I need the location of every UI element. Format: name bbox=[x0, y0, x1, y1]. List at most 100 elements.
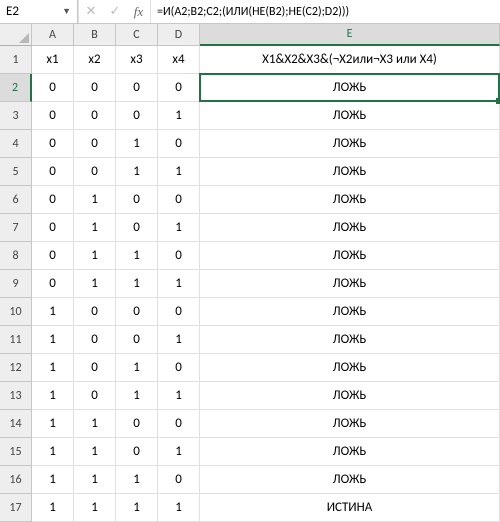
cell-B5[interactable]: 0 bbox=[74, 158, 116, 186]
cell-B16[interactable]: 1 bbox=[74, 466, 116, 494]
cell-D2[interactable]: 0 bbox=[158, 74, 200, 102]
formula-input[interactable]: =И(A2;B2;C2;(ИЛИ(НЕ(B2);НЕ(C2);D2))) bbox=[151, 0, 500, 23]
cell-C8[interactable]: 1 bbox=[116, 242, 158, 270]
cell-A5[interactable]: 0 bbox=[32, 158, 74, 186]
cell-E16[interactable]: ЛОЖЬ bbox=[200, 466, 500, 494]
cell-A17[interactable]: 1 bbox=[32, 494, 74, 522]
cell-C3[interactable]: 0 bbox=[116, 102, 158, 130]
row-header[interactable]: 15 bbox=[0, 438, 32, 466]
col-header-B[interactable]: B bbox=[74, 24, 116, 46]
cancel-icon[interactable]: ✕ bbox=[79, 0, 103, 23]
row-header[interactable]: 8 bbox=[0, 242, 32, 270]
name-box[interactable]: E2 ▼ bbox=[0, 0, 78, 23]
cell-A10[interactable]: 1 bbox=[32, 298, 74, 326]
cell-E8[interactable]: ЛОЖЬ bbox=[200, 242, 500, 270]
cell-E17[interactable]: ИСТИНА bbox=[200, 494, 500, 522]
cell-C4[interactable]: 1 bbox=[116, 130, 158, 158]
cell-A16[interactable]: 1 bbox=[32, 466, 74, 494]
cell-E9[interactable]: ЛОЖЬ bbox=[200, 270, 500, 298]
col-header-C[interactable]: C bbox=[116, 24, 158, 46]
row-header[interactable]: 4 bbox=[0, 130, 32, 158]
cell-E10[interactable]: ЛОЖЬ bbox=[200, 298, 500, 326]
cell-B13[interactable]: 0 bbox=[74, 382, 116, 410]
row-header[interactable]: 11 bbox=[0, 326, 32, 354]
cell-D5[interactable]: 1 bbox=[158, 158, 200, 186]
cell-B14[interactable]: 1 bbox=[74, 410, 116, 438]
cell-D10[interactable]: 0 bbox=[158, 298, 200, 326]
cell-D12[interactable]: 0 bbox=[158, 354, 200, 382]
cell-A12[interactable]: 1 bbox=[32, 354, 74, 382]
confirm-icon[interactable]: ✓ bbox=[103, 0, 127, 23]
cell-D6[interactable]: 0 bbox=[158, 186, 200, 214]
cell-C11[interactable]: 0 bbox=[116, 326, 158, 354]
row-header[interactable]: 5 bbox=[0, 158, 32, 186]
cell-D11[interactable]: 1 bbox=[158, 326, 200, 354]
cell-E15[interactable]: ЛОЖЬ bbox=[200, 438, 500, 466]
cell-D14[interactable]: 0 bbox=[158, 410, 200, 438]
cell-E11[interactable]: ЛОЖЬ bbox=[200, 326, 500, 354]
cell-C15[interactable]: 0 bbox=[116, 438, 158, 466]
cell-C1[interactable]: x3 bbox=[116, 46, 158, 74]
cell-B15[interactable]: 1 bbox=[74, 438, 116, 466]
row-header[interactable]: 1 bbox=[0, 46, 32, 74]
cell-D1[interactable]: x4 bbox=[158, 46, 200, 74]
cell-C5[interactable]: 1 bbox=[116, 158, 158, 186]
cell-C16[interactable]: 1 bbox=[116, 466, 158, 494]
cell-C12[interactable]: 1 bbox=[116, 354, 158, 382]
cell-A6[interactable]: 0 bbox=[32, 186, 74, 214]
cell-C10[interactable]: 0 bbox=[116, 298, 158, 326]
cell-E14[interactable]: ЛОЖЬ bbox=[200, 410, 500, 438]
fill-handle[interactable] bbox=[496, 98, 500, 104]
cell-A11[interactable]: 1 bbox=[32, 326, 74, 354]
cell-B8[interactable]: 1 bbox=[74, 242, 116, 270]
cell-D7[interactable]: 1 bbox=[158, 214, 200, 242]
cell-E4[interactable]: ЛОЖЬ bbox=[200, 130, 500, 158]
cell-A9[interactable]: 0 bbox=[32, 270, 74, 298]
row-header[interactable]: 12 bbox=[0, 354, 32, 382]
cell-C6[interactable]: 0 bbox=[116, 186, 158, 214]
row-header[interactable]: 17 bbox=[0, 494, 32, 522]
row-header[interactable]: 16 bbox=[0, 466, 32, 494]
cell-E13[interactable]: ЛОЖЬ bbox=[200, 382, 500, 410]
cell-C9[interactable]: 1 bbox=[116, 270, 158, 298]
cell-C7[interactable]: 0 bbox=[116, 214, 158, 242]
cell-B12[interactable]: 0 bbox=[74, 354, 116, 382]
cell-C14[interactable]: 0 bbox=[116, 410, 158, 438]
cell-B10[interactable]: 0 bbox=[74, 298, 116, 326]
cell-B17[interactable]: 1 bbox=[74, 494, 116, 522]
cell-D15[interactable]: 1 bbox=[158, 438, 200, 466]
cell-D8[interactable]: 0 bbox=[158, 242, 200, 270]
cell-B7[interactable]: 1 bbox=[74, 214, 116, 242]
row-header[interactable]: 6 bbox=[0, 186, 32, 214]
row-header[interactable]: 9 bbox=[0, 270, 32, 298]
cell-A4[interactable]: 0 bbox=[32, 130, 74, 158]
cell-A2[interactable]: 0 bbox=[32, 74, 74, 102]
fx-icon[interactable]: fx bbox=[127, 0, 151, 23]
row-header[interactable]: 3 bbox=[0, 102, 32, 130]
cell-C17[interactable]: 1 bbox=[116, 494, 158, 522]
cell-E6[interactable]: ЛОЖЬ bbox=[200, 186, 500, 214]
cell-D4[interactable]: 0 bbox=[158, 130, 200, 158]
cell-B3[interactable]: 0 bbox=[74, 102, 116, 130]
cell-B1[interactable]: x2 bbox=[74, 46, 116, 74]
cell-D17[interactable]: 1 bbox=[158, 494, 200, 522]
cell-D3[interactable]: 1 bbox=[158, 102, 200, 130]
cell-A1[interactable]: x1 bbox=[32, 46, 74, 74]
cell-E7[interactable]: ЛОЖЬ bbox=[200, 214, 500, 242]
chevron-down-icon[interactable]: ▼ bbox=[62, 6, 71, 17]
cell-B9[interactable]: 1 bbox=[74, 270, 116, 298]
cell-E5[interactable]: ЛОЖЬ bbox=[200, 158, 500, 186]
cell-C2[interactable]: 0 bbox=[116, 74, 158, 102]
row-header[interactable]: 2 bbox=[0, 74, 32, 102]
cell-E12[interactable]: ЛОЖЬ bbox=[200, 354, 500, 382]
col-header-E[interactable]: E bbox=[200, 24, 500, 46]
cell-A7[interactable]: 0 bbox=[32, 214, 74, 242]
cell-A15[interactable]: 1 bbox=[32, 438, 74, 466]
cell-E2[interactable]: ЛОЖЬ bbox=[200, 74, 500, 102]
row-header[interactable]: 14 bbox=[0, 410, 32, 438]
cell-B2[interactable]: 0 bbox=[74, 74, 116, 102]
cell-B4[interactable]: 0 bbox=[74, 130, 116, 158]
cell-B6[interactable]: 1 bbox=[74, 186, 116, 214]
row-header[interactable]: 13 bbox=[0, 382, 32, 410]
cell-D16[interactable]: 0 bbox=[158, 466, 200, 494]
